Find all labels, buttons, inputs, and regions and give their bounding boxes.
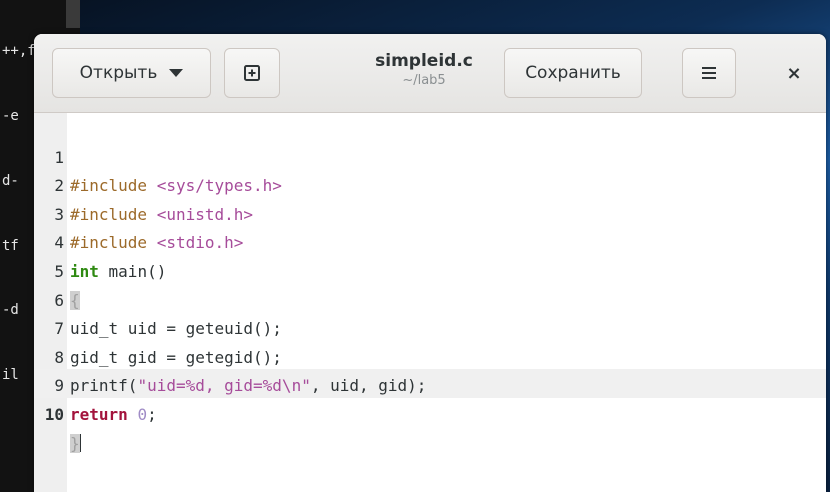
matching-brace: } (70, 433, 80, 453)
code-line: 8 printf("uid=%d, gid=%d\n", uid, gid); (34, 315, 426, 396)
header-bar: Открыть simpleid.c ~/lab5 Сохранить × (34, 34, 826, 113)
code-line: 7 gid_t gid = getegid(); (34, 287, 282, 367)
terminal-line: il (2, 367, 19, 384)
gedit-window: Открыть simpleid.c ~/lab5 Сохранить × 1 … (34, 34, 826, 492)
open-button-label: Открыть (79, 63, 158, 83)
code-line: 9 return 0; (34, 344, 156, 424)
code-line: 6 uid_t uid = geteuid(); (34, 258, 282, 339)
code-lines: 1 #include <sys/types.h> 2 #include <uni… (34, 115, 426, 453)
new-tab-button[interactable] (224, 48, 280, 98)
save-button-label: Сохранить (525, 63, 621, 83)
window-title-area: simpleid.c ~/lab5 (334, 50, 514, 90)
terminal-line: -d (2, 302, 19, 319)
hamburger-menu-icon (702, 67, 716, 79)
code-line: 10 } (34, 372, 111, 453)
save-button[interactable]: Сохранить (504, 48, 642, 98)
open-button[interactable]: Открыть (52, 48, 211, 98)
code-line: 3 #include <stdio.h> (34, 172, 243, 253)
code-line: 5 { (34, 229, 111, 310)
code-editor[interactable]: 1 #include <sys/types.h> 2 #include <uni… (34, 113, 826, 492)
window-title: simpleid.c (375, 51, 473, 71)
dropdown-arrow-icon (169, 69, 184, 77)
code-line: 4 int main() (34, 201, 166, 281)
line-content: printf("uid=%d, gid=%d\n", uid, gid); (70, 376, 427, 396)
terminal-line: tf (2, 237, 19, 254)
terminal-line: -e (2, 107, 19, 124)
window-subtitle: ~/lab5 (402, 73, 446, 88)
text-cursor (79, 433, 82, 452)
terminal-line: ++,f (2, 43, 36, 60)
line-content: } (70, 430, 82, 459)
code-line: 2 #include <unistd.h> (34, 144, 253, 224)
close-button[interactable]: × (772, 48, 816, 98)
code-line: 1 #include <sys/types.h> (34, 115, 282, 196)
terminal-scroll-strip (66, 0, 80, 28)
close-icon: × (786, 62, 802, 84)
new-tab-icon (244, 65, 260, 81)
terminal-text: ++,f -e d- tf -d il (2, 0, 36, 430)
menu-button[interactable] (682, 48, 736, 98)
terminal-line: d- (2, 172, 19, 189)
line-number: 10 (44, 404, 64, 424)
